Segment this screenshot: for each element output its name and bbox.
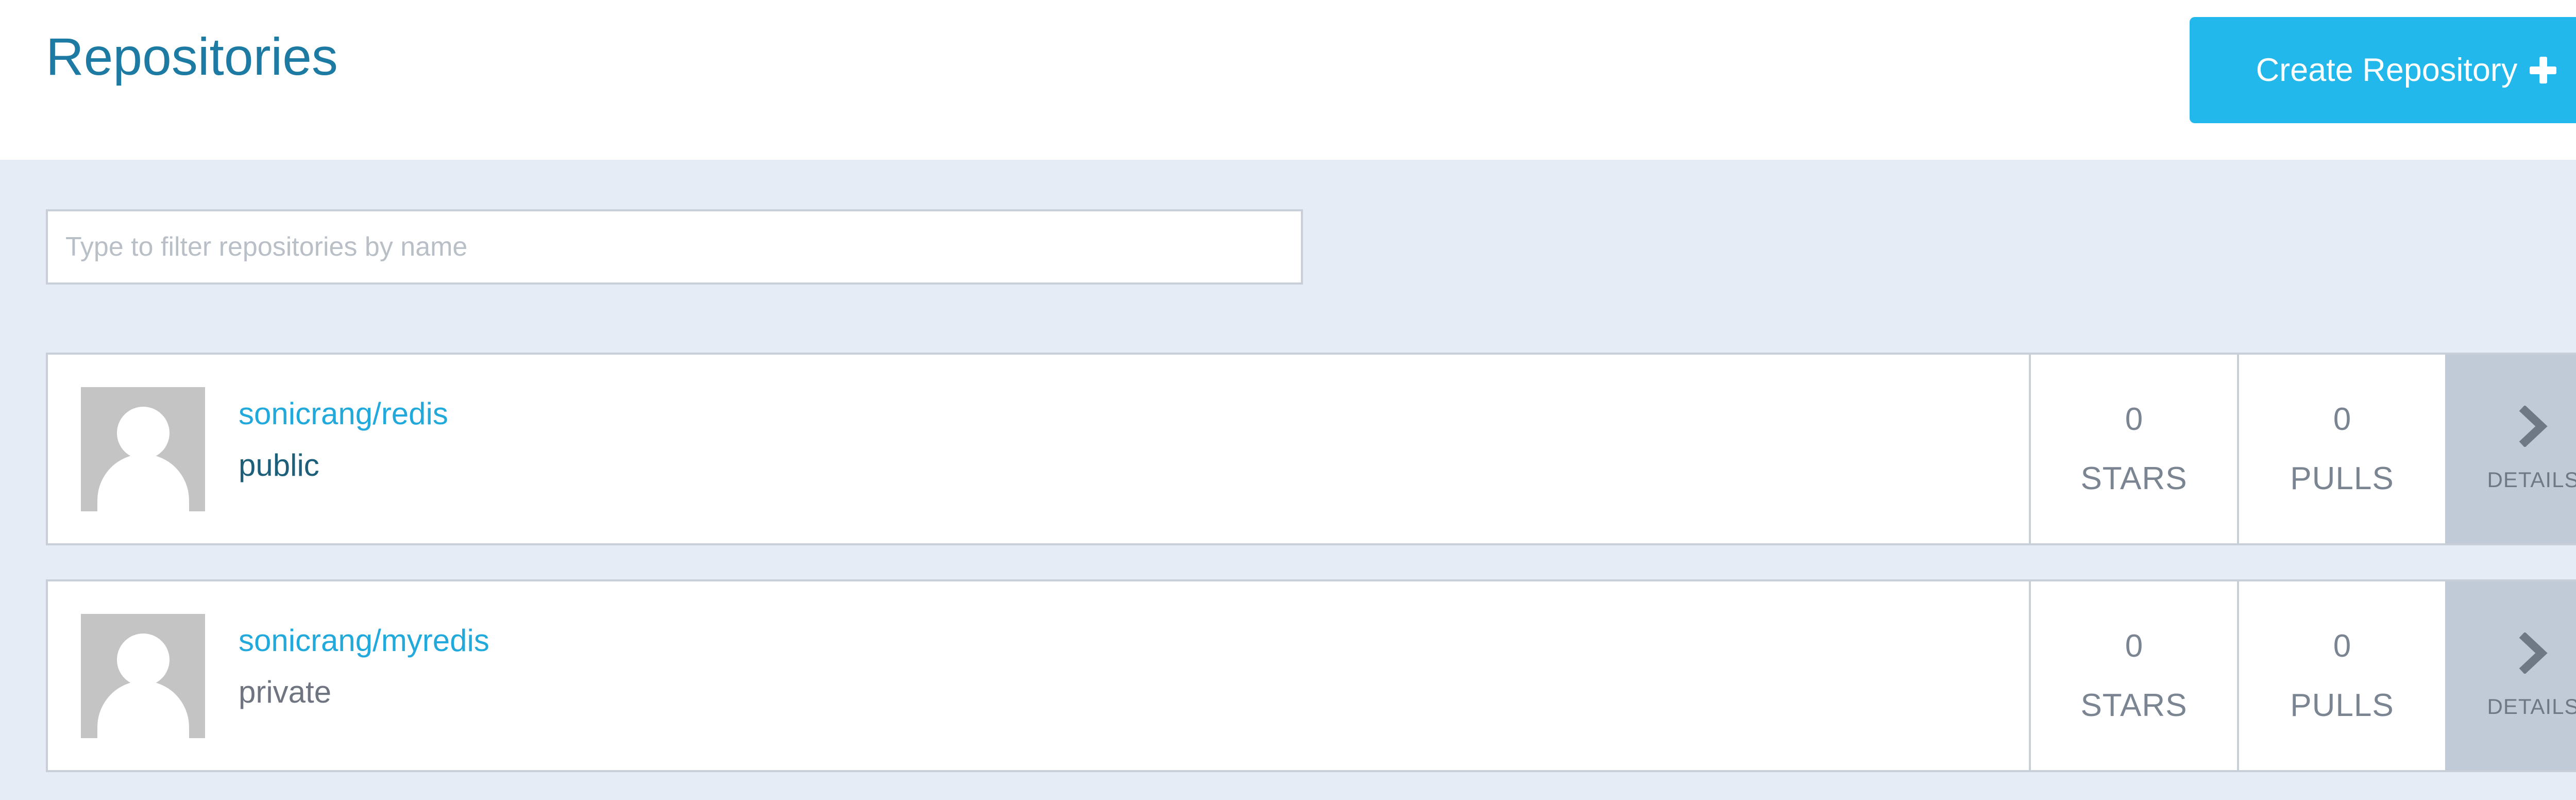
stars-count: 0 [2125,402,2143,437]
page-header: Repositories Create Repository [0,0,2576,160]
stars-label: STARS [2080,461,2188,496]
repository-card: sonicrang/myredis private 0 STARS 0 PULL… [46,579,2576,772]
repository-name-link[interactable]: sonicrang/redis [239,396,448,431]
avatar [81,387,205,511]
avatar [81,614,205,738]
chevron-right-icon [2519,406,2548,447]
repository-info: sonicrang/myredis private [48,581,2029,770]
pulls-stat: 0 PULLS [2237,355,2445,543]
details-button[interactable]: DETAILS [2445,355,2576,543]
chevron-right-icon [2519,632,2548,674]
stars-count: 0 [2125,628,2143,664]
pulls-count: 0 [2333,628,2351,664]
pulls-label: PULLS [2290,461,2394,496]
repository-card: sonicrang/redis public 0 STARS 0 PULLS D… [46,353,2576,545]
plus-icon [2530,57,2557,84]
create-repository-label: Create Repository [2256,52,2518,88]
stars-label: STARS [2080,688,2188,723]
pulls-stat: 0 PULLS [2237,581,2445,770]
details-label: DETAILS [2487,468,2576,492]
repository-visibility: private [239,675,332,709]
repository-filter-input[interactable] [46,209,1303,285]
stars-stat: 0 STARS [2029,355,2237,543]
details-button[interactable]: DETAILS [2445,581,2576,770]
page-title: Repositories [46,27,338,86]
details-label: DETAILS [2487,694,2576,719]
create-repository-button[interactable]: Create Repository [2190,17,2576,123]
pulls-label: PULLS [2290,688,2394,723]
stars-stat: 0 STARS [2029,581,2237,770]
repository-visibility: public [239,448,319,482]
repository-info: sonicrang/redis public [48,355,2029,543]
repository-name-link[interactable]: sonicrang/myredis [239,623,489,658]
pulls-count: 0 [2333,402,2351,437]
